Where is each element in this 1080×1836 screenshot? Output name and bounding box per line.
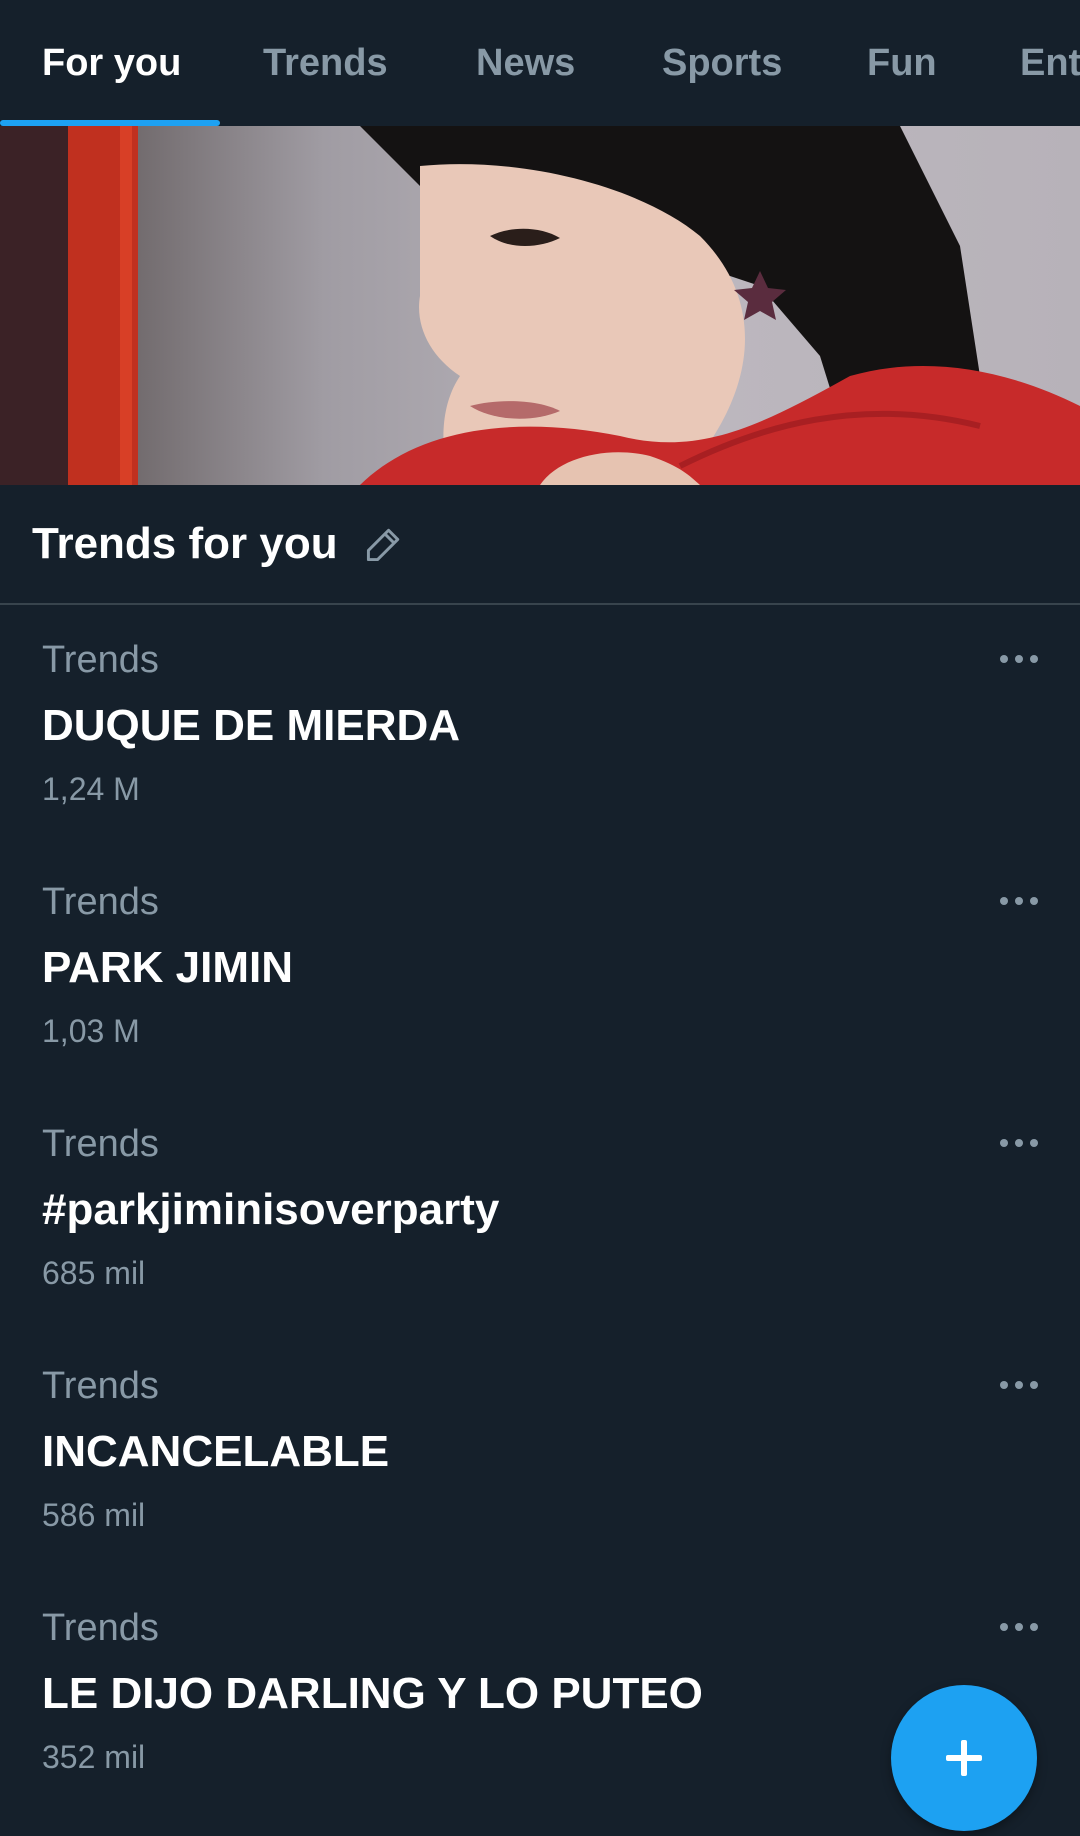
banner-photo <box>0 126 1080 485</box>
trend-category: Trends <box>42 639 159 681</box>
explore-screen: For you Trends News Sports Fun Ent Trend… <box>0 0 1080 1836</box>
trend-item[interactable]: Trends INCANCELABLE 586 mil <box>0 1331 1080 1573</box>
tab-entertainment[interactable]: Ent <box>1020 0 1080 126</box>
trend-category: Trends <box>42 1607 159 1649</box>
top-tab-bar: For you Trends News Sports Fun Ent <box>0 0 1080 126</box>
trend-category: Trends <box>42 881 159 923</box>
tab-news[interactable]: News <box>476 0 575 126</box>
trend-count: 352 mil <box>42 1739 146 1775</box>
trend-title[interactable]: #parkjiminisoverparty <box>42 1185 499 1235</box>
plus-icon <box>946 1740 982 1776</box>
more-options-icon[interactable] <box>1000 1135 1038 1151</box>
section-title: Trends for you <box>32 519 338 568</box>
trend-title[interactable]: INCANCELABLE <box>42 1427 389 1477</box>
trend-title[interactable]: DUQUE DE MIERDA <box>42 701 460 751</box>
trend-title[interactable]: LE DIJO DARLING Y LO PUTEO <box>42 1669 703 1719</box>
pencil-icon[interactable] <box>362 522 406 566</box>
trend-item[interactable]: Trends DUQUE DE MIERDA 1,24 M <box>0 605 1080 847</box>
trend-count: 586 mil <box>42 1497 146 1533</box>
trend-count: 1,03 M <box>42 1013 140 1049</box>
tab-for-you[interactable]: For you <box>42 0 181 126</box>
trends-section-header: Trends for you <box>0 485 1080 605</box>
more-options-icon[interactable] <box>1000 1377 1038 1393</box>
trend-item[interactable]: Trends PARK JIMIN 1,03 M <box>0 847 1080 1089</box>
trend-category: Trends <box>42 1365 159 1407</box>
trend-item[interactable]: Trends #parkjiminisoverparty 685 mil <box>0 1089 1080 1331</box>
hero-banner-image[interactable] <box>0 126 1080 485</box>
more-options-icon[interactable] <box>1000 893 1038 909</box>
more-options-icon[interactable] <box>1000 1619 1038 1635</box>
more-options-icon[interactable] <box>1000 651 1038 667</box>
tab-sports[interactable]: Sports <box>662 0 782 126</box>
trend-count: 1,24 M <box>42 771 140 807</box>
tab-trends[interactable]: Trends <box>263 0 388 126</box>
compose-fab-button[interactable] <box>891 1685 1037 1831</box>
tab-fun[interactable]: Fun <box>867 0 937 126</box>
trend-count: 685 mil <box>42 1255 146 1291</box>
trend-title[interactable]: PARK JIMIN <box>42 943 293 993</box>
trend-category: Trends <box>42 1123 159 1165</box>
